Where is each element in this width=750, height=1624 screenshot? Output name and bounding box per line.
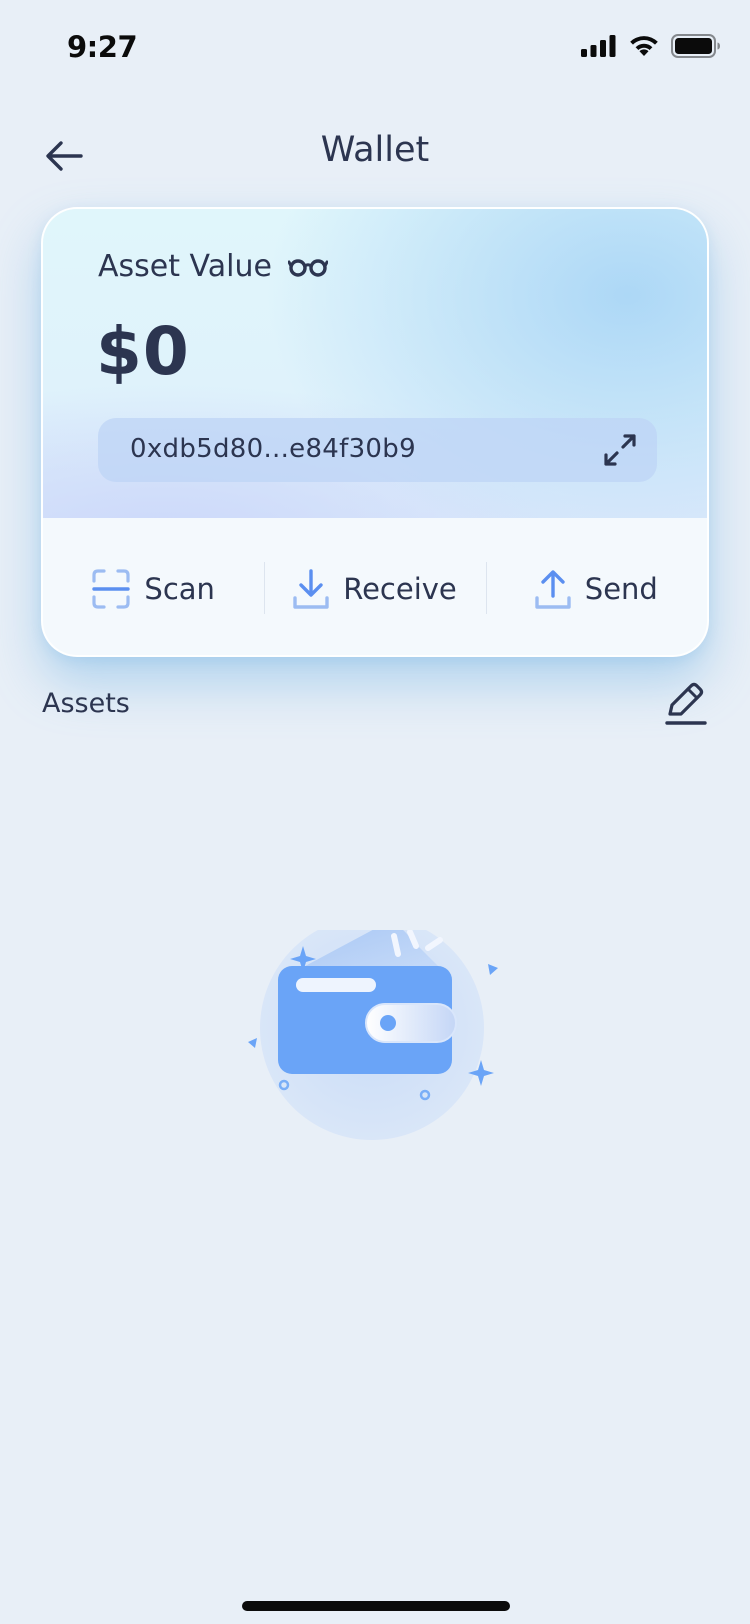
scan-button[interactable]: Scan [43,518,264,655]
wallet-actions: Scan Receive Send [43,518,707,655]
upload-icon [535,569,571,609]
page-title: Wallet [320,130,430,170]
assets-header: Assets [42,680,708,730]
empty-assets-illustration [248,910,502,1150]
wifi-icon [630,36,658,56]
glasses-icon[interactable] [287,256,328,278]
send-label: Send [584,571,658,606]
expand-address-button[interactable] [601,431,639,469]
send-button[interactable]: Send [485,518,707,655]
wallet-card: Asset Value $0 0xdb5d80...e84f30b9 Scan … [41,207,709,657]
download-icon [293,568,329,609]
expand-arrows-icon [604,434,636,466]
asset-value-label: Asset Value [98,249,272,284]
status-icons [581,34,721,58]
status-bar: 9:27 [0,0,750,96]
assets-title: Assets [42,688,130,719]
cellular-signal-icon [581,35,616,57]
asset-value-amount: $0 [96,313,190,390]
status-time: 9:27 [67,30,138,64]
receive-label: Receive [343,571,457,606]
scan-label: Scan [144,571,215,606]
wallet-address-pill[interactable]: 0xdb5d80...e84f30b9 [98,418,657,482]
home-indicator[interactable] [242,1601,510,1611]
header: Wallet [0,112,750,192]
wallet-card-summary: Asset Value $0 0xdb5d80...e84f30b9 [43,209,707,518]
wallet-address: 0xdb5d80...e84f30b9 [130,434,416,464]
battery-icon [671,34,720,58]
receive-button[interactable]: Receive [264,518,485,655]
pencil-edit-icon [665,682,707,725]
asset-label-row: Asset Value [98,249,328,284]
scan-icon [92,568,131,609]
empty-wallet-illustration [248,910,498,1140]
edit-assets-button[interactable] [664,680,708,726]
